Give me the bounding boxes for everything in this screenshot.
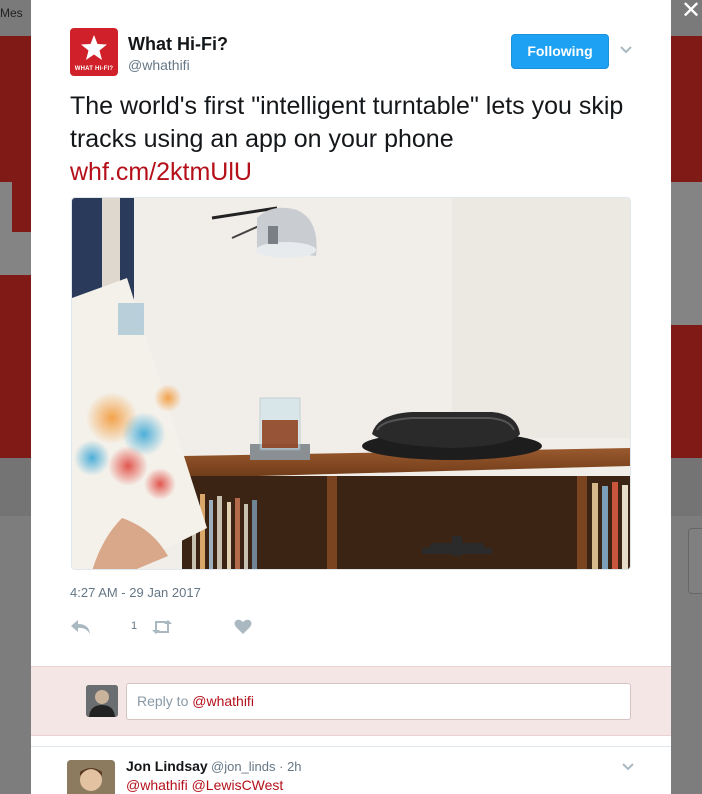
following-button[interactable]: Following (511, 34, 609, 69)
retweet-icon[interactable] (150, 615, 174, 639)
chevron-down-icon[interactable] (618, 42, 634, 58)
tweet-actions: 1 (70, 615, 370, 639)
tweet-body: The world's first "intelligent turntable… (70, 92, 624, 153)
reply-author-handle[interactable]: @jon_linds (211, 759, 276, 774)
heart-icon[interactable] (233, 615, 253, 639)
reply-author-meta: @jon_linds · 2h (211, 759, 302, 774)
reply-composer: Reply to @whathifi (31, 666, 671, 736)
tweet-link[interactable]: whf.cm/2ktmUlU (70, 156, 650, 189)
background-card (688, 528, 702, 594)
reply-icon[interactable] (70, 615, 92, 639)
reply-author-name[interactable]: Jon Lindsay (126, 758, 208, 774)
background-messages-label: Mes (0, 6, 23, 20)
author-avatar[interactable]: WHAT HI-FI? (70, 28, 118, 76)
tweet-header: WHAT HI-FI? What Hi-Fi? @whathifi Follow… (70, 28, 632, 76)
tweet-text: The world's first "intelligent turntable… (70, 90, 650, 189)
reply-placeholder: Reply to (137, 693, 193, 709)
photo-illustration (72, 198, 630, 569)
star-icon (81, 35, 107, 60)
background-decoration (0, 275, 34, 325)
reply-author-avatar[interactable] (67, 760, 115, 794)
reply-time[interactable]: · 2h (279, 759, 301, 774)
tweet-photo[interactable] (71, 197, 631, 570)
avatar-image (86, 685, 118, 717)
author-handle[interactable]: @whathifi (128, 57, 190, 73)
tweet-timestamp[interactable]: 4:27 AM - 29 Jan 2017 (70, 585, 201, 600)
avatar-image (67, 760, 115, 794)
close-icon[interactable]: ✕ (680, 0, 702, 26)
reply-count: 1 (131, 620, 138, 632)
chevron-down-icon[interactable] (620, 759, 636, 775)
reply-input[interactable]: Reply to @whathifi (126, 683, 631, 720)
reply-text[interactable]: @whathifi @LewisCWest (126, 777, 283, 793)
reply-item[interactable]: Jon Lindsay @jon_linds · 2h @whathifi @L… (31, 746, 671, 794)
reply-mention: @whathifi (192, 693, 254, 709)
tweet-modal: WHAT HI-FI? What Hi-Fi? @whathifi Follow… (31, 0, 671, 794)
current-user-avatar[interactable] (86, 685, 118, 717)
author-name[interactable]: What Hi-Fi? (128, 34, 228, 55)
logo-text: WHAT HI-FI? (74, 66, 114, 72)
